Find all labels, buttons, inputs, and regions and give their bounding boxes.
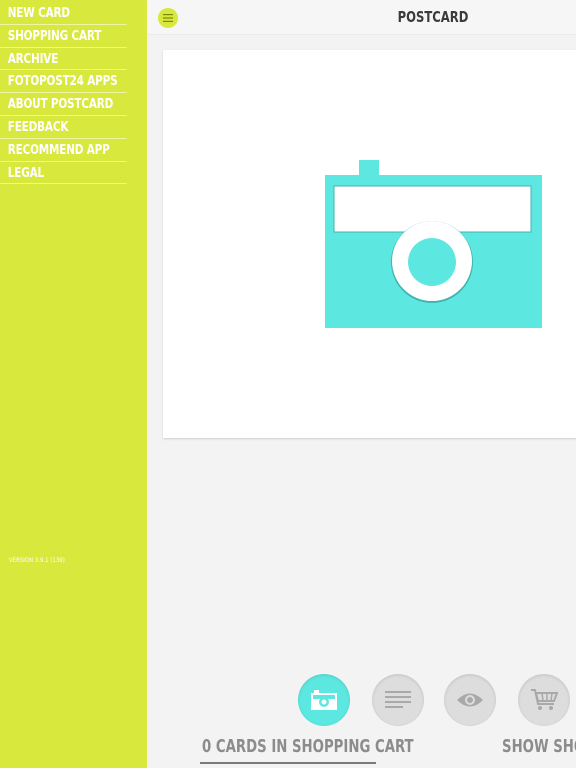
sidebar-item-legal[interactable]: Legal: [0, 162, 127, 185]
show-shop-button[interactable]: Show Shop: [502, 736, 576, 757]
sidebar-item-new-card[interactable]: New Card: [0, 2, 127, 25]
sidebar-item-feedback[interactable]: Feedback: [0, 116, 127, 139]
sidebar-menu: New Card Shopping Cart Archive Fotopost2…: [0, 2, 147, 185]
top-bar: [147, 0, 576, 35]
menu-button[interactable]: [158, 8, 178, 28]
tab-photo[interactable]: [298, 674, 350, 726]
sidebar-item-archive[interactable]: Archive: [0, 48, 127, 71]
text-lines-icon: [385, 691, 411, 708]
menu-icon: [163, 14, 173, 22]
camera-icon: [311, 690, 337, 710]
sidebar-item-shopping-cart[interactable]: Shopping Cart: [0, 25, 127, 48]
version-label: Version 3.9.1 (139): [9, 557, 65, 564]
sidebar: New Card Shopping Cart Archive Fotopost2…: [0, 0, 147, 768]
shopping-cart-icon: [531, 689, 558, 710]
active-underline: [200, 762, 376, 764]
cart-count-label: 0 cards in shopping cart: [202, 736, 414, 757]
tab-cart[interactable]: [518, 674, 570, 726]
tab-text[interactable]: [372, 674, 424, 726]
page-title: POSTCARD: [397, 8, 469, 26]
eye-icon: [457, 693, 483, 707]
tab-preview[interactable]: [444, 674, 496, 726]
sidebar-item-recommend-app[interactable]: Recommend App: [0, 139, 127, 162]
camera-icon[interactable]: [324, 160, 544, 330]
sidebar-item-about-postcard[interactable]: About Postcard: [0, 93, 127, 116]
sidebar-item-fotopost24-apps[interactable]: Fotopost24 Apps: [0, 70, 127, 94]
